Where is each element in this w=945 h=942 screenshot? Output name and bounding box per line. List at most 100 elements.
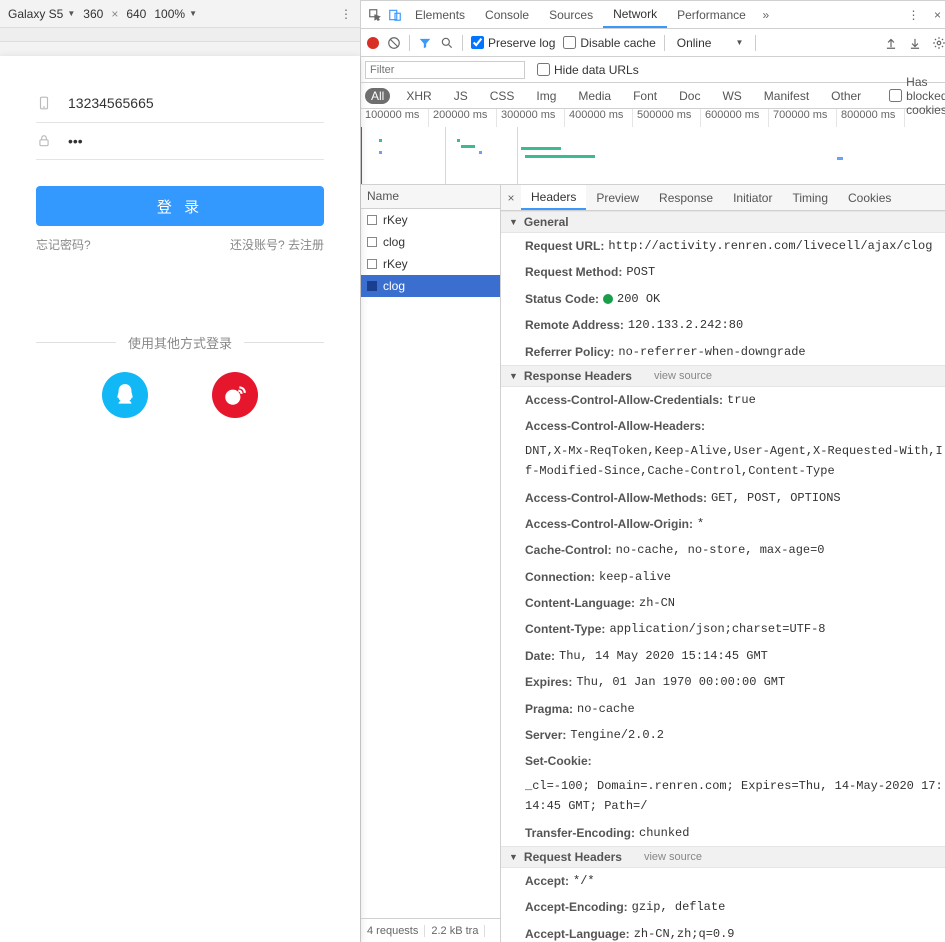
- waterfall-overview[interactable]: 100000 ms200000 ms300000 ms400000 ms5000…: [361, 109, 945, 185]
- type-filter-media[interactable]: Media: [572, 88, 617, 104]
- view-source-link[interactable]: view source: [654, 370, 712, 382]
- header-value: chunked: [639, 823, 689, 843]
- device-height[interactable]: 640: [126, 7, 146, 21]
- waterfall-tick: 400000 ms: [565, 109, 633, 127]
- detail-tab-response[interactable]: Response: [649, 185, 723, 210]
- header-value: DNT,X-Mx-ReqToken,Keep-Alive,User-Agent,…: [525, 441, 944, 482]
- device-width[interactable]: 360: [83, 7, 103, 21]
- header-row: Request URL:http://activity.renren.com/l…: [501, 233, 945, 259]
- password-input[interactable]: [68, 133, 324, 149]
- phone-input[interactable]: [68, 95, 324, 111]
- header-row: Pragma:no-cache: [501, 696, 945, 722]
- close-icon[interactable]: ×: [928, 5, 945, 25]
- header-value: zh-CN: [639, 593, 675, 613]
- header-row: Access-Control-Allow-Origin:*: [501, 511, 945, 537]
- type-filter-doc[interactable]: Doc: [673, 88, 706, 104]
- type-filter-font[interactable]: Font: [627, 88, 663, 104]
- more-tabs-icon[interactable]: »: [756, 5, 776, 25]
- close-detail-icon[interactable]: ×: [501, 191, 521, 205]
- header-key: Status Code:: [525, 289, 599, 309]
- devtools-tab-console[interactable]: Console: [475, 1, 539, 28]
- device-select[interactable]: Galaxy S5 ▼: [8, 7, 75, 21]
- clear-icon[interactable]: [387, 36, 401, 50]
- request-row[interactable]: clog: [361, 231, 500, 253]
- alt-login-title: 使用其他方式登录: [36, 333, 324, 352]
- header-key: Connection:: [525, 567, 595, 587]
- register-link[interactable]: 还没账号? 去注册: [230, 236, 324, 253]
- type-filter-all[interactable]: All: [365, 88, 390, 104]
- qq-login-button[interactable]: [102, 372, 148, 418]
- inspect-element-icon[interactable]: [365, 5, 385, 25]
- header-value: *: [697, 514, 704, 534]
- header-key: Referrer Policy:: [525, 342, 614, 362]
- type-filter-manifest[interactable]: Manifest: [758, 88, 815, 104]
- detail-tab-headers[interactable]: Headers: [521, 185, 586, 210]
- type-filter-js[interactable]: JS: [448, 88, 474, 104]
- waterfall-tick: 500000 ms: [633, 109, 701, 127]
- upload-har-icon[interactable]: [884, 36, 898, 50]
- header-value: 200 OK: [603, 289, 660, 309]
- toggle-device-icon[interactable]: [385, 5, 405, 25]
- type-filter-css[interactable]: CSS: [484, 88, 521, 104]
- disable-cache-checkbox[interactable]: Disable cache: [563, 36, 655, 50]
- weibo-login-button[interactable]: [212, 372, 258, 418]
- devtools-tab-elements[interactable]: Elements: [405, 1, 475, 28]
- detail-tab-cookies[interactable]: Cookies: [838, 185, 901, 210]
- section-header[interactable]: ▼Response Headersview source: [501, 365, 945, 387]
- header-row: Referrer Policy:no-referrer-when-downgra…: [501, 339, 945, 365]
- request-list-header[interactable]: Name: [361, 185, 500, 209]
- type-filter-img[interactable]: Img: [530, 88, 562, 104]
- header-key: Content-Language:: [525, 593, 635, 613]
- forgot-password-link[interactable]: 忘记密码?: [36, 236, 91, 253]
- zoom-select[interactable]: 100% ▼: [154, 7, 197, 21]
- lock-icon: [36, 133, 52, 149]
- header-row: Request Method:POST: [501, 259, 945, 285]
- devtools-tab-performance[interactable]: Performance: [667, 1, 756, 28]
- detail-tab-timing[interactable]: Timing: [782, 185, 838, 210]
- request-type-icon: [367, 259, 377, 269]
- header-key: Set-Cookie:: [525, 751, 592, 771]
- header-row: Set-Cookie: _cl=-100; Domain=.renren.com;…: [501, 748, 945, 819]
- detail-tab-preview[interactable]: Preview: [586, 185, 649, 210]
- header-row: Cache-Control:no-cache, no-store, max-ag…: [501, 537, 945, 563]
- header-row: Expires:Thu, 01 Jan 1970 00:00:00 GMT: [501, 669, 945, 695]
- filter-input[interactable]: [365, 61, 525, 79]
- type-filter-xhr[interactable]: XHR: [400, 88, 437, 104]
- devtools-tab-network[interactable]: Network: [603, 1, 667, 28]
- detail-body[interactable]: ▼GeneralRequest URL:http://activity.renr…: [501, 211, 945, 942]
- gear-icon[interactable]: [932, 36, 945, 50]
- header-row: Access-Control-Allow-Credentials:true: [501, 387, 945, 413]
- header-key: Expires:: [525, 672, 572, 692]
- search-icon[interactable]: [440, 36, 454, 50]
- header-key: Access-Control-Allow-Credentials:: [525, 390, 723, 410]
- chevron-down-icon: ▼: [509, 371, 518, 381]
- view-source-link[interactable]: view source: [644, 851, 702, 863]
- type-filter-ws[interactable]: WS: [716, 88, 747, 104]
- request-row[interactable]: rKey: [361, 253, 500, 275]
- section-header[interactable]: ▼Request Headersview source: [501, 846, 945, 868]
- header-value: _cl=-100; Domain=.renren.com; Expires=Th…: [525, 776, 944, 817]
- detail-tab-initiator[interactable]: Initiator: [723, 185, 782, 210]
- devtools-menu-icon[interactable]: ⋮: [904, 5, 924, 25]
- login-button[interactable]: 登 录: [36, 186, 324, 226]
- request-row[interactable]: clog: [361, 275, 500, 297]
- preserve-log-checkbox[interactable]: Preserve log: [471, 36, 555, 50]
- devtools-tab-sources[interactable]: Sources: [539, 1, 603, 28]
- hide-data-urls-checkbox[interactable]: Hide data URLs: [537, 63, 639, 77]
- devtools-tabbar: ElementsConsoleSourcesNetworkPerformance…: [361, 1, 945, 29]
- header-key: Access-Control-Allow-Headers:: [525, 416, 705, 436]
- header-key: Access-Control-Allow-Methods:: [525, 488, 707, 508]
- request-row[interactable]: rKey: [361, 209, 500, 231]
- header-key: Remote Address:: [525, 315, 624, 335]
- header-key: Date:: [525, 646, 555, 666]
- header-row: Accept-Language:zh-CN,zh;q=0.9: [501, 921, 945, 942]
- section-header[interactable]: ▼General: [501, 211, 945, 233]
- filter-icon[interactable]: [418, 36, 432, 50]
- type-filter-other[interactable]: Other: [825, 88, 867, 104]
- more-menu-icon[interactable]: ⋮: [340, 7, 352, 21]
- chevron-down-icon: ▼: [735, 38, 743, 47]
- record-button[interactable]: [367, 37, 379, 49]
- throttling-select[interactable]: Online▼: [673, 36, 748, 50]
- download-har-icon[interactable]: [908, 36, 922, 50]
- network-toolbar: Preserve log Disable cache Online▼: [361, 29, 945, 57]
